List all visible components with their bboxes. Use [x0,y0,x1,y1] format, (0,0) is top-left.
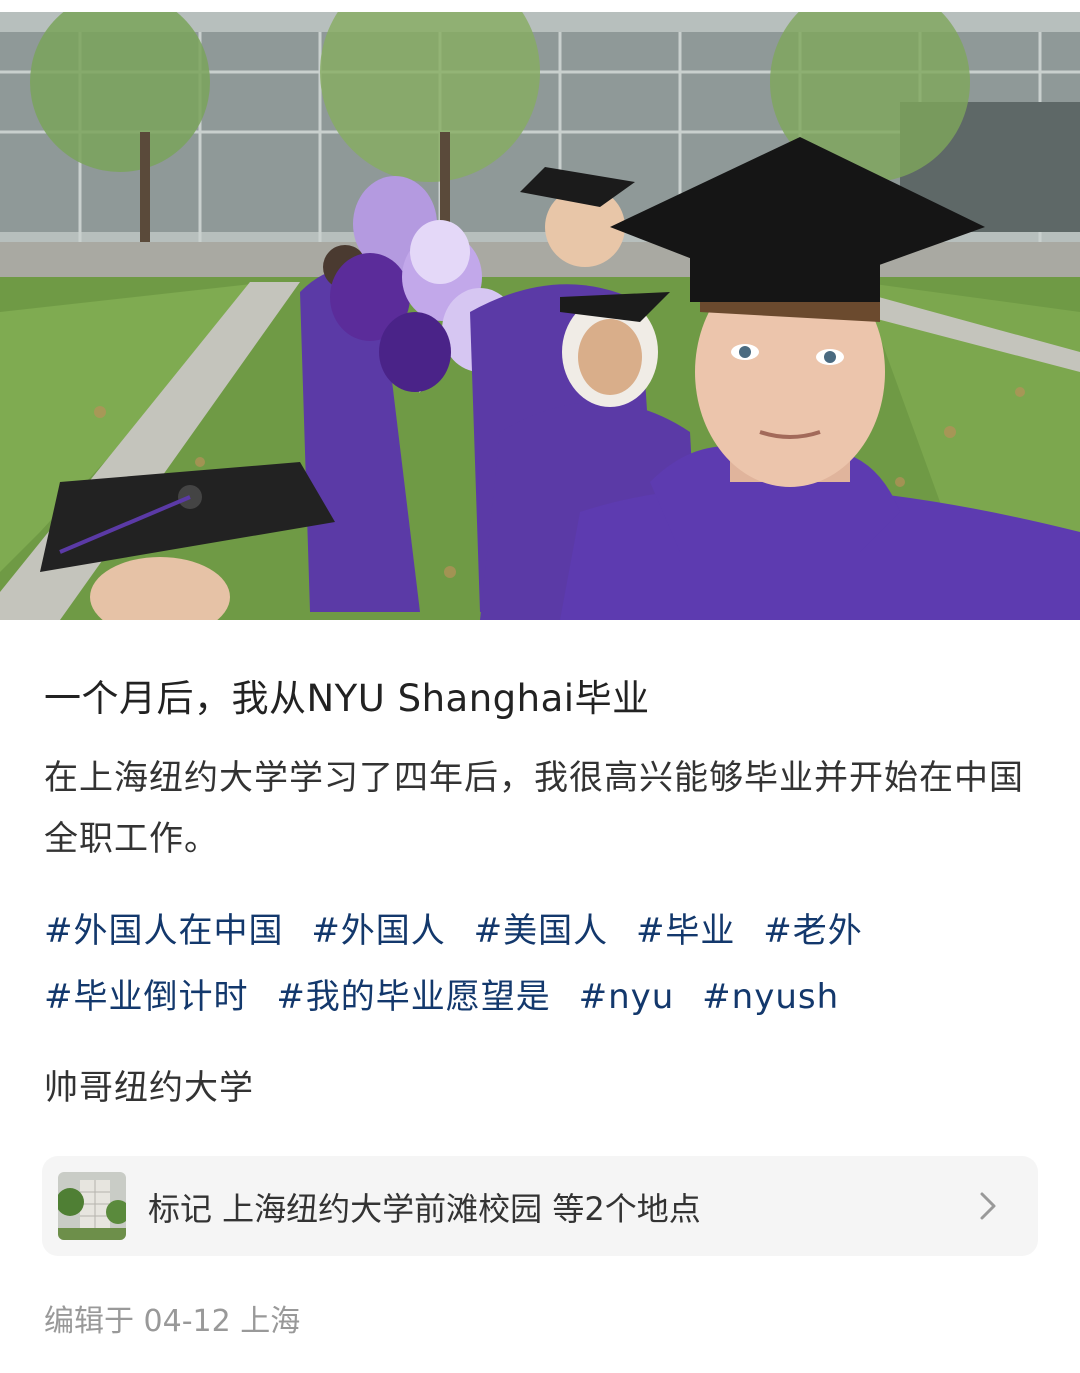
post-title: 一个月后，我从NYU Shanghai毕业 [44,677,650,720]
hashtag[interactable]: #nyu [579,977,675,1017]
hashtag[interactable]: #毕业 [636,911,736,951]
hashtag[interactable]: #外国人在中国 [44,911,284,951]
hashtag[interactable]: #nyush [702,977,839,1017]
hashtag[interactable]: #老外 [763,911,863,951]
hashtag[interactable]: #我的毕业愿望是 [276,977,551,1017]
author-note: 帅哥纽约大学 [44,1068,254,1108]
graduation-selfie-photo[interactable] [0,12,1080,620]
location-tag-card[interactable]: 标记 上海纽约大学前滩校园 等2个地点 [42,1156,1038,1256]
hashtag-list: #外国人在中国 #外国人 #美国人 #毕业 #老外 #毕业倒计时 #我的毕业愿望… [44,898,1044,1030]
hashtag[interactable]: #毕业倒计时 [44,977,249,1017]
campus-thumbnail [58,1172,126,1240]
hashtag[interactable]: #外国人 [311,911,446,951]
hashtag[interactable]: #美国人 [474,911,609,951]
post-body: 在上海纽约大学学习了四年后，我很高兴能够毕业并开始在中国全职工作。 [44,758,1024,859]
location-label: 标记 上海纽约大学前滩校园 等2个地点 [148,1190,701,1228]
chevron-right-icon [978,1190,998,1222]
post-detail: 一个月后，我从NYU Shanghai毕业 在上海纽约大学学习了四年后，我很高兴… [0,0,1080,1373]
edit-timestamp: 编辑于 04-12 上海 [44,1304,301,1339]
